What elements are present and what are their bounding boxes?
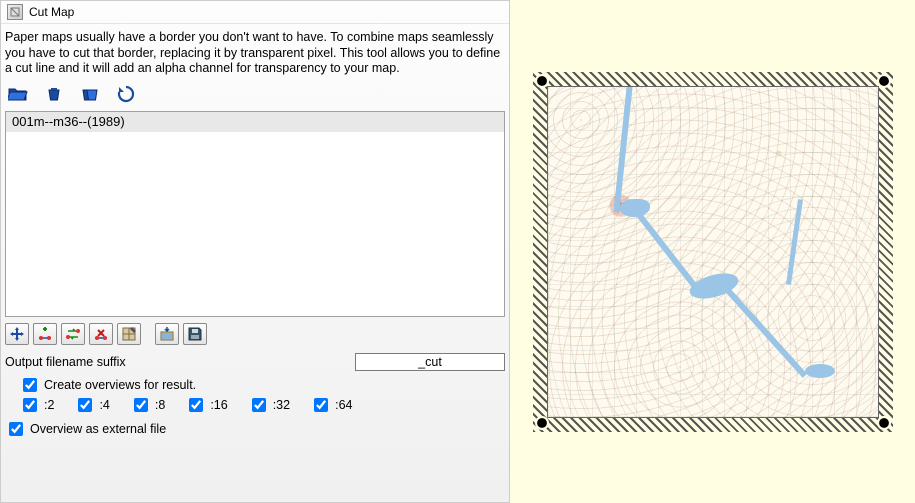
suffix-input[interactable] (355, 353, 505, 371)
crop-handle-bottom-left[interactable] (537, 418, 547, 428)
title-bar: Cut Map (1, 1, 509, 24)
list-item[interactable]: 001m--m36--(1989) (6, 112, 504, 132)
crop-handle-bottom-right[interactable] (879, 418, 889, 428)
external-file-label: Overview as external file (30, 422, 166, 436)
reload-button[interactable] (113, 83, 139, 105)
level-64-checkbox[interactable]: :64 (310, 395, 352, 415)
trash-all-button[interactable] (77, 83, 103, 105)
title-text: Cut Map (29, 5, 74, 19)
cut-map-icon (7, 4, 23, 20)
map-container[interactable] (533, 72, 893, 432)
grid-button[interactable] (117, 323, 141, 345)
add-point-button[interactable] (33, 323, 57, 345)
map-hatch-border (533, 72, 893, 432)
preview-panel (510, 0, 915, 503)
description-text: Paper maps usually have a border you don… (1, 24, 509, 81)
create-overviews-label: Create overviews for result. (44, 378, 196, 392)
level-4-checkbox[interactable]: :4 (74, 395, 109, 415)
save-button[interactable] (183, 323, 207, 345)
suffix-label: Output filename suffix (5, 355, 126, 369)
level-2-checkbox[interactable]: :2 (19, 395, 54, 415)
level-16-checkbox[interactable]: :16 (185, 395, 227, 415)
edit-toolbar (1, 317, 509, 349)
form-area: Output filename suffix Create overviews … (1, 349, 509, 439)
suffix-row: Output filename suffix (5, 353, 505, 371)
trash-button[interactable] (41, 83, 67, 105)
remove-point-button[interactable] (89, 323, 113, 345)
swap-points-button[interactable] (61, 323, 85, 345)
crop-handle-top-right[interactable] (879, 76, 889, 86)
level-8-checkbox[interactable]: :8 (130, 395, 165, 415)
overview-levels-row: :2 :4 :8 :16 :32 :64 (5, 395, 505, 415)
export-button[interactable] (155, 323, 179, 345)
create-overviews-input[interactable] (23, 378, 37, 392)
external-file-checkbox[interactable]: Overview as external file (5, 419, 485, 439)
create-overviews-checkbox[interactable]: Create overviews for result. (19, 375, 485, 395)
map-image[interactable] (547, 86, 879, 418)
file-list[interactable]: 001m--m36--(1989) (5, 111, 505, 317)
external-file-input[interactable] (9, 422, 23, 436)
level-32-checkbox[interactable]: :32 (248, 395, 290, 415)
left-panel: Cut Map Paper maps usually have a border… (0, 0, 510, 503)
toolbar-spacer (145, 323, 151, 345)
move-button[interactable] (5, 323, 29, 345)
open-folder-button[interactable] (5, 83, 31, 105)
map-river (805, 364, 835, 378)
crop-handle-top-left[interactable] (537, 76, 547, 86)
file-toolbar (1, 81, 509, 111)
